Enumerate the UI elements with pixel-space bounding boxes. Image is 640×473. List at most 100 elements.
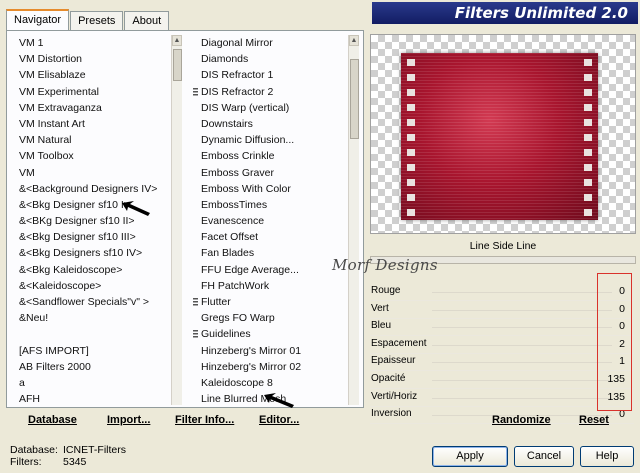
parameter-slider[interactable] xyxy=(432,292,612,293)
parameter-label: Epaisseur xyxy=(371,355,416,367)
filter-item[interactable]: Diagonal Mirror xyxy=(193,35,349,51)
filter-item[interactable]: Dynamic Diffusion... xyxy=(193,132,349,148)
filter-item[interactable]: Fan Blades xyxy=(193,245,349,261)
apply-button[interactable]: Apply xyxy=(432,446,508,467)
highlight-box xyxy=(597,273,632,411)
category-item[interactable]: &<Bkg Designer sf10 III> xyxy=(19,229,169,245)
filter-list[interactable]: Diagonal Mirror Diamonds DIS Refractor 1 DI… xyxy=(193,35,349,405)
film-hole xyxy=(407,74,415,81)
category-item[interactable]: &Neu! xyxy=(19,310,169,326)
parameter-label: Opacité xyxy=(371,373,406,384)
category-item[interactable]: a xyxy=(19,375,169,391)
grip-icon xyxy=(193,330,198,339)
parameter-slider[interactable] xyxy=(432,309,612,311)
category-item[interactable]: VM Distortion xyxy=(19,51,169,67)
filter-item[interactable]: Evanescence xyxy=(193,213,349,229)
filter-item[interactable]: Gregs FO Warp xyxy=(193,310,349,326)
category-item[interactable]: VM Experimental xyxy=(19,84,169,100)
scroll-up-icon[interactable]: ▲ xyxy=(349,35,359,46)
filter-item[interactable]: DIS Refractor 1 xyxy=(193,67,349,83)
grip-icon xyxy=(193,87,198,96)
arrow-icon xyxy=(264,393,294,408)
filter-item-label: DIS Refractor 1 xyxy=(201,69,274,82)
help-button[interactable]: Help xyxy=(580,446,634,467)
filter-item-label: Hinzeberg's Mirror 01 xyxy=(201,344,302,357)
filter-item[interactable]: Flutter xyxy=(193,294,349,310)
scroll-thumb[interactable] xyxy=(173,49,182,81)
watermark-text: Morf Designs xyxy=(332,256,438,274)
tab-bar: Navigator Presets About xyxy=(6,9,170,30)
filter-item-label: Hinzeberg's Mirror 02 xyxy=(201,360,302,373)
filter-item-label: Emboss Crinkle xyxy=(201,150,275,163)
parameter-row[interactable]: Verti/Horiz 135 xyxy=(370,389,634,407)
filter-item[interactable]: FFU Edge Average... xyxy=(193,262,349,278)
parameter-slider[interactable] xyxy=(432,380,612,381)
status-info: Database: ICNET-Filters Filters: 5345 xyxy=(10,444,126,468)
filter-item[interactable]: DIS Refractor 2 xyxy=(193,84,349,100)
parameter-slider[interactable] xyxy=(432,344,612,346)
preview-canvas xyxy=(370,34,636,234)
film-hole xyxy=(584,134,592,141)
film-hole xyxy=(584,104,592,111)
category-scrollbar[interactable]: ▲ xyxy=(171,35,182,405)
filter-info-button[interactable]: Filter Info... xyxy=(175,414,234,426)
category-item[interactable]: VM Natural xyxy=(19,132,169,148)
scroll-up-icon[interactable]: ▲ xyxy=(172,35,182,46)
category-item[interactable]: VM xyxy=(19,165,169,181)
filter-item[interactable]: DIS Warp (vertical) xyxy=(193,100,349,116)
parameter-row[interactable]: Epaisseur 1 xyxy=(370,353,634,372)
category-item[interactable]: VM 1 xyxy=(19,35,169,51)
category-list[interactable]: VM 1 VM Distortion VM Elisablaze VM Experim… xyxy=(19,35,169,405)
parameter-slider[interactable] xyxy=(432,327,612,329)
randomize-button[interactable]: Randomize xyxy=(492,414,551,426)
filter-item-label: Kaleidoscope 8 xyxy=(201,376,273,389)
category-item[interactable]: &<Bkg Kaleidoscope> xyxy=(19,262,169,278)
editor-button[interactable]: Editor... xyxy=(259,414,299,426)
filter-item[interactable]: Facet Offset xyxy=(193,229,349,245)
filters-value: 5345 xyxy=(63,456,87,468)
filter-item[interactable]: Diamonds xyxy=(193,51,349,67)
cancel-button[interactable]: Cancel xyxy=(514,446,574,467)
tab-presets[interactable]: Presets xyxy=(70,11,124,30)
filter-item[interactable]: FH PatchWork xyxy=(193,278,349,294)
filter-scrollbar[interactable]: ▲ xyxy=(348,35,359,405)
category-item[interactable]: &<Sandflower Specials"v" > xyxy=(19,294,169,310)
database-button[interactable]: Database xyxy=(28,414,77,426)
category-item[interactable]: VM Instant Art xyxy=(19,116,169,132)
category-item[interactable]: [AFS IMPORT] xyxy=(19,343,169,359)
parameter-row[interactable]: Espacement 2 xyxy=(370,336,634,354)
parameter-row[interactable]: Vert 0 xyxy=(370,301,634,319)
parameter-row[interactable]: Rouge 0 xyxy=(370,283,634,301)
filter-item-label: DIS Refractor 2 xyxy=(201,85,274,98)
category-item[interactable]: VM Toolbox xyxy=(19,148,169,164)
category-item[interactable]: &<Bkg Designers sf10 IV> xyxy=(19,245,169,261)
tab-about[interactable]: About xyxy=(124,11,170,30)
scroll-thumb[interactable] xyxy=(350,59,359,139)
filter-item[interactable]: Downstairs xyxy=(193,116,349,132)
import-button[interactable]: Import... xyxy=(107,414,150,426)
parameter-row[interactable]: Opacité 135 xyxy=(370,371,634,389)
filter-item[interactable]: Hinzeberg's Mirror 02 xyxy=(193,359,349,375)
category-item[interactable]: AFH xyxy=(19,391,169,405)
filter-item[interactable]: Emboss With Color xyxy=(193,181,349,197)
tab-navigator[interactable]: Navigator xyxy=(6,9,70,30)
category-item[interactable]: AB Filters 2000 xyxy=(19,359,169,375)
filter-item[interactable]: Guidelines xyxy=(193,326,349,342)
category-item[interactable]: &<Background Designers IV> xyxy=(19,181,169,197)
grip-icon xyxy=(193,298,198,306)
filter-item[interactable]: Hinzeberg's Mirror 01 xyxy=(193,343,349,359)
parameter-slider[interactable] xyxy=(432,362,612,364)
film-hole xyxy=(407,209,415,216)
parameter-row[interactable]: Bleu 0 xyxy=(370,318,634,337)
filter-item[interactable]: EmbossTimes xyxy=(193,197,349,213)
category-item[interactable]: VM Extravaganza xyxy=(19,100,169,116)
category-item[interactable]: &<Kaleidoscope> xyxy=(19,278,169,294)
parameter-slider[interactable] xyxy=(432,397,612,399)
filter-item[interactable]: Emboss Graver xyxy=(193,165,349,181)
category-item[interactable] xyxy=(19,326,169,342)
filter-item-label: Gregs FO Warp xyxy=(201,312,275,325)
reset-button[interactable]: Reset xyxy=(579,414,609,426)
filter-item[interactable]: Emboss Crinkle xyxy=(193,148,349,164)
category-item[interactable]: VM Elisablaze xyxy=(19,67,169,83)
filters-label: Filters: xyxy=(10,456,42,468)
